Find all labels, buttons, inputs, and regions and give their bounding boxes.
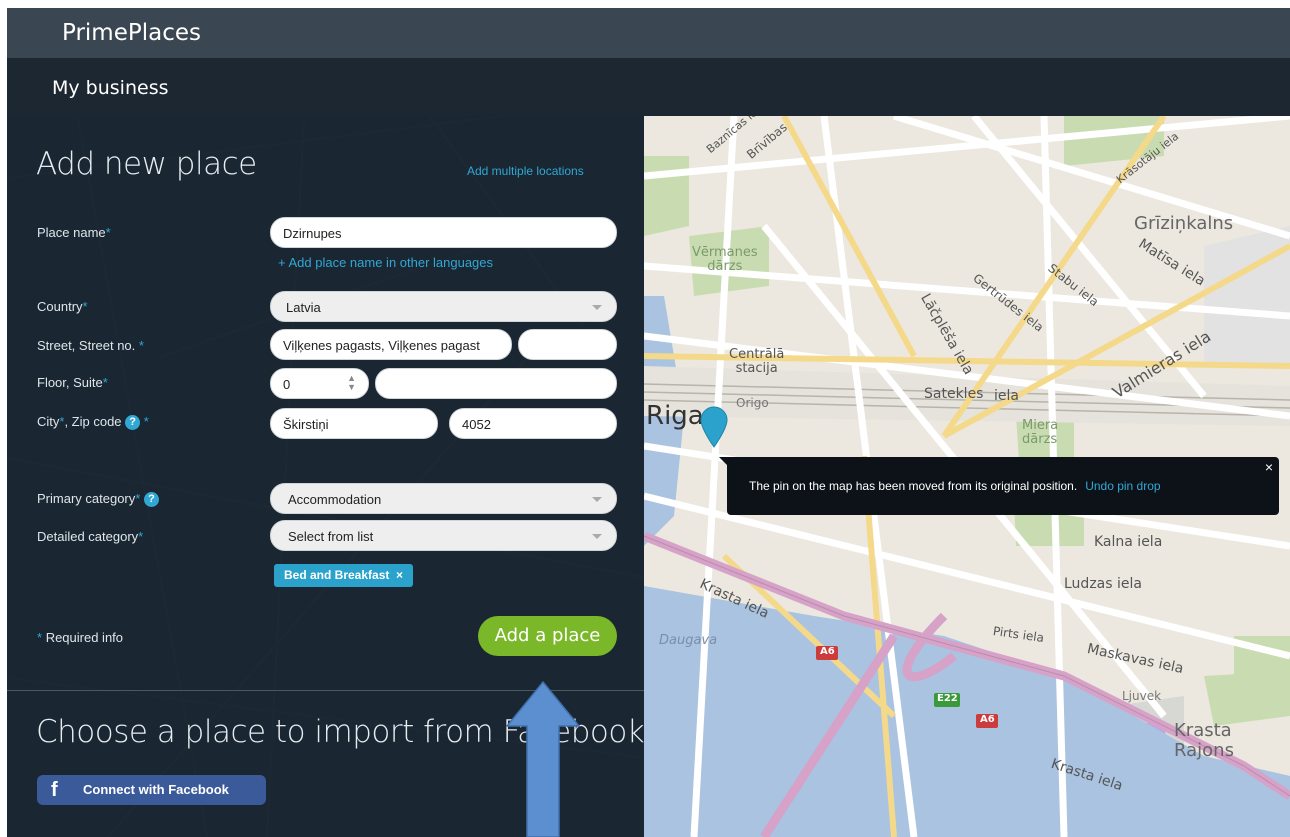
floor-label: Floor, Suite*: [37, 375, 108, 390]
app-window: PrimePlaces My business Riga Grīziņkalns…: [7, 8, 1290, 837]
suite-input[interactable]: [375, 368, 617, 399]
help-icon[interactable]: ?: [143, 492, 159, 508]
primary-category-label: Primary category* ?: [37, 491, 159, 508]
map-label-riga: Riga: [646, 401, 704, 431]
primary-category-select[interactable]: Accommodation: [270, 483, 617, 514]
map-label-ludzas: Ludzas iela: [1064, 576, 1142, 592]
required-star: *: [143, 414, 149, 429]
remove-tag-icon[interactable]: ×: [396, 568, 403, 582]
city-zip-label: City*, Zip code ? *: [37, 414, 149, 431]
country-label-text: Country: [37, 299, 83, 314]
help-icon[interactable]: ?: [125, 415, 141, 431]
nav-my-business[interactable]: My business: [52, 77, 169, 99]
map-label-vermanes: Vērmanes dārzs: [692, 245, 758, 274]
connect-facebook-button[interactable]: f Connect with Facebook: [37, 775, 266, 805]
add-place-button[interactable]: Add a place: [478, 616, 617, 656]
map-label-centrala: Centrālā stacija: [729, 347, 785, 376]
map-label-daugava: Daugava: [659, 633, 718, 648]
place-name-input[interactable]: Dzirnupes: [270, 217, 617, 248]
page-title: Add new place: [36, 146, 257, 182]
route-shield-a6-2: A6: [980, 714, 995, 725]
place-name-label: Place name*: [37, 225, 111, 240]
place-name-label-text: Place name: [37, 225, 106, 240]
chevron-down-icon: [592, 305, 602, 310]
zip-code-input[interactable]: 4052: [449, 408, 617, 439]
detailed-category-select[interactable]: Select from list: [270, 520, 617, 551]
required-star: *: [138, 529, 144, 544]
add-place-name-languages-link[interactable]: + Add place name in other languages: [278, 255, 493, 270]
primary-category-label-text: Primary category: [37, 491, 136, 506]
tooltip-message: The pin on the map has been moved from i…: [749, 479, 1161, 493]
close-icon[interactable]: ×: [1265, 459, 1273, 475]
required-info-note: * Required info: [37, 630, 123, 645]
map-label-miera: Miera dārzs: [1022, 418, 1059, 447]
add-multiple-locations-link[interactable]: Add multiple locations: [467, 164, 584, 178]
connect-facebook-label: Connect with Facebook: [83, 782, 229, 797]
map-label-ljuvek: Ljuvek: [1122, 689, 1162, 703]
required-star: *: [138, 338, 144, 353]
chevron-down-icon: [592, 534, 602, 539]
required-star: *: [105, 225, 111, 240]
city-input[interactable]: Škirstiņi: [270, 408, 438, 439]
country-label: Country*: [37, 299, 88, 314]
top-bar: PrimePlaces: [7, 8, 1290, 58]
zip-label-text: , Zip code: [64, 414, 122, 429]
detailed-category-value: Select from list: [288, 529, 374, 544]
chevron-down-icon: [592, 497, 602, 502]
floor-stepper[interactable]: 0 ▲ ▼: [270, 368, 369, 399]
map-pin-icon[interactable]: [699, 405, 729, 449]
floor-label-text: Floor, Suite: [37, 375, 103, 390]
route-shield-e22: E22: [937, 693, 958, 704]
map-label-kalna: Kalna iela: [1094, 534, 1163, 550]
required-star: *: [37, 630, 43, 645]
map-label-satekles-iela: iela: [994, 388, 1019, 404]
primary-category-value: Accommodation: [288, 492, 382, 507]
tooltip-arrow: [719, 457, 731, 469]
map-label-origo: Origo: [736, 396, 769, 410]
facebook-icon: f: [51, 779, 58, 801]
city-label-text: City: [37, 414, 60, 429]
required-star: *: [102, 375, 108, 390]
street-label: Street, Street no. *: [37, 338, 144, 353]
street-number-input[interactable]: [518, 329, 617, 360]
brand-logo[interactable]: PrimePlaces: [62, 20, 201, 46]
floor-value: 0: [283, 377, 291, 392]
required-star: *: [82, 299, 88, 314]
route-shield-a6: A6: [820, 646, 835, 657]
secondary-nav: My business: [7, 58, 1290, 116]
street-label-text: Street, Street no.: [37, 338, 136, 353]
required-info-text: Required info: [45, 630, 124, 645]
map-label-krasta-rajons: Krasta Rajons: [1174, 720, 1234, 761]
detailed-category-label: Detailed category*: [37, 529, 143, 544]
country-value: Latvia: [286, 300, 321, 315]
undo-pin-drop-link[interactable]: Undo pin drop: [1085, 479, 1160, 493]
map-label-satekles: Satekles: [924, 386, 984, 402]
category-tag-label: Bed and Breakfast: [284, 568, 390, 582]
map-label-grizinkalns: Grīziņkalns: [1134, 213, 1234, 234]
country-select[interactable]: Latvia: [270, 291, 617, 322]
annotation-arrow-icon: [505, 680, 581, 837]
pin-moved-tooltip: The pin on the map has been moved from i…: [719, 457, 1279, 515]
tooltip-text: The pin on the map has been moved from i…: [749, 479, 1078, 493]
street-input[interactable]: Viļķenes pagasts, Viļķenes pagast: [270, 329, 512, 360]
detailed-category-label-text: Detailed category: [37, 529, 139, 544]
stepper-arrows-icon[interactable]: ▲ ▼: [347, 374, 356, 392]
required-star: *: [135, 491, 141, 506]
category-tag: Bed and Breakfast ×: [274, 564, 414, 587]
